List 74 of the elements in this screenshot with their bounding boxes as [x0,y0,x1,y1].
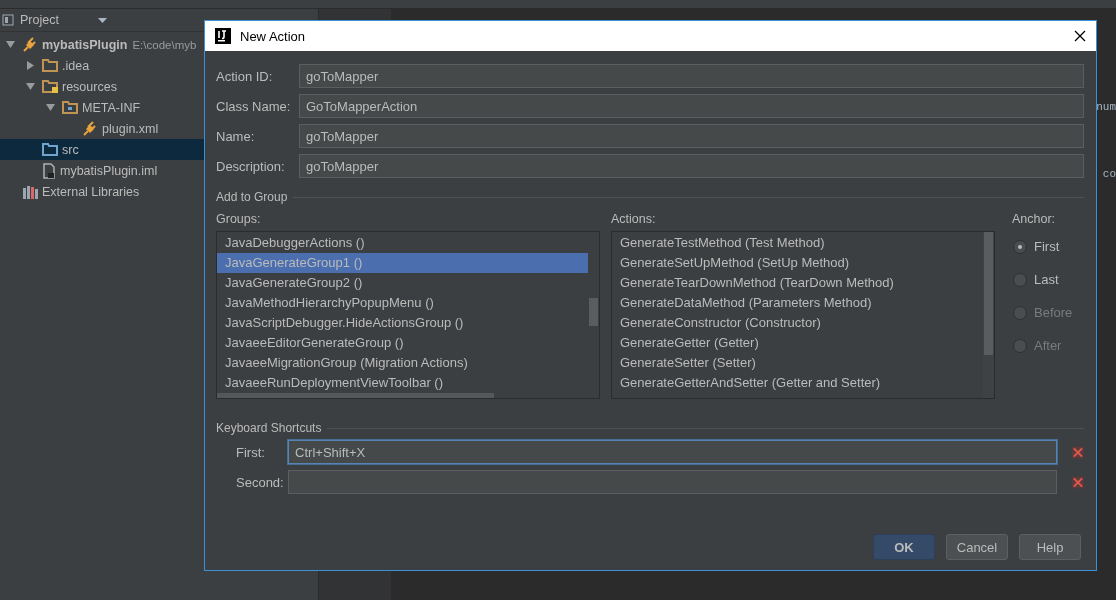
project-view-icon [2,14,14,26]
shortcut-field[interactable]: Ctrl+Shift+X [288,440,1058,464]
shortcut-field[interactable] [288,470,1058,494]
expand-arrow-icon[interactable] [6,40,15,49]
dropdown-caret-icon[interactable] [97,17,107,23]
library-icon [22,184,38,199]
text-field[interactable]: GoToMapperAction [299,94,1084,118]
radio-button[interactable] [1013,239,1027,254]
module-path: E:\code\myb [132,38,197,51]
folder-icon [62,101,78,114]
expand-arrow-icon[interactable] [26,61,35,70]
field-label: Description: [216,158,286,174]
field-label: First: [236,444,266,460]
list-item[interactable]: JavaGenerateGroup2 () [217,273,588,293]
folder-icon [42,59,58,72]
dialog-title: New Action [240,28,306,44]
code-text: num [1096,101,1116,113]
tree-item-label: .idea [62,58,90,73]
list-item[interactable]: GenerateDataMethod (Parameters Method) [612,293,983,313]
panel-title[interactable]: Project [20,13,59,27]
field-label: Action ID: [216,68,274,84]
anchor-label: Anchor: [1012,212,1057,226]
text-field[interactable]: goToMapper [299,64,1084,88]
list-item[interactable]: GenerateTestMethod (Test Method) [612,233,983,253]
list-item[interactable]: JavaeeRunDeploymentViewToolbar () [217,373,588,393]
scrollbar-thumb[interactable] [217,393,494,398]
tree-item-label: resources [62,79,117,94]
tree-item-label: plugin.xml [102,121,159,136]
list-item[interactable]: JavaeeMigrationGroup (Migration Actions) [217,353,588,373]
actions-list[interactable] [611,231,995,399]
section-title: Keyboard Shortcuts [216,421,322,435]
groups-list[interactable] [216,231,600,399]
list-item[interactable]: GenerateTearDownMethod (TearDown Method) [612,273,983,293]
file-icon [42,162,56,179]
section-title: Add to Group [216,190,288,204]
list-item[interactable]: JavaMethodHierarchyPopupMenu () [217,293,588,313]
list-item[interactable]: GenerateSetter (Setter) [612,353,983,373]
list-item[interactable]: JavaScriptDebugger.HideActionsGroup () [217,313,588,333]
delete-icon[interactable] [1072,475,1084,489]
app-logo-icon [215,28,231,44]
folder-icon [42,143,58,156]
tree-item-label: mybatisPlugin [42,37,128,52]
text-field[interactable]: goToMapper [299,124,1084,148]
scrollbar-thumb[interactable] [589,298,598,326]
plug-icon [82,121,98,136]
radio-button[interactable] [1013,272,1027,287]
close-icon[interactable] [1074,30,1086,42]
code-text: co [1102,168,1116,180]
tree-item-label: src [62,142,79,157]
text-field[interactable]: goToMapper [299,154,1084,178]
field-label: Second: [236,474,285,490]
expand-arrow-icon[interactable] [26,82,35,91]
delete-icon[interactable] [1072,445,1084,459]
expand-arrow-icon[interactable] [46,103,55,112]
list-item[interactable]: JavaDebuggerActions () [217,233,588,253]
folder-icon [42,80,58,93]
tree-item-label: META-INF [82,100,141,115]
tree-item-label: mybatisPlugin.iml [60,163,158,178]
list-item[interactable]: GenerateGetterAndSetter (Getter and Setter) [612,373,983,393]
list-label: Actions: [611,212,657,226]
tree-item-label: External Libraries [42,184,140,199]
radio-label[interactable]: Last [1034,272,1059,287]
list-label: Groups: [216,212,262,226]
list-item[interactable]: GenerateSetUpMethod (SetUp Method) [612,253,983,273]
list-item[interactable]: GenerateGetter (Getter) [612,333,983,353]
list-item[interactable]: GenerateConstructor (Constructor) [612,313,983,333]
dialog-button[interactable]: Cancel [946,534,1008,560]
plug-icon [22,37,38,52]
field-label: Class Name: [216,98,292,114]
dialog-button[interactable]: OK [873,534,935,560]
scrollbar-thumb[interactable] [984,232,993,355]
list-item[interactable]: JavaeeEditorGenerateGroup () [217,333,588,353]
radio-label[interactable]: First [1034,239,1060,254]
dialog-button[interactable]: Help [1019,534,1081,560]
